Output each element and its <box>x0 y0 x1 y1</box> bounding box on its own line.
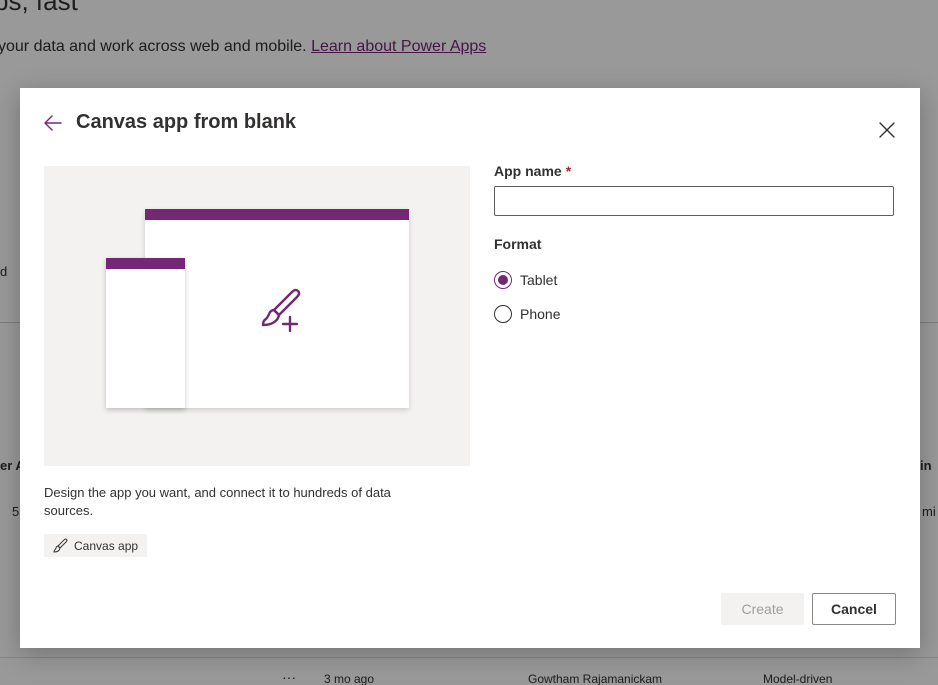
close-icon <box>879 122 895 138</box>
tablet-header-bar <box>145 209 409 220</box>
paintbrush-plus-icon <box>261 288 301 333</box>
phone-header-bar <box>106 258 185 269</box>
app-name-label-text: App name <box>494 163 562 179</box>
back-button[interactable] <box>42 112 64 134</box>
app-preview-illustration <box>44 166 470 466</box>
app-name-label: App name * <box>494 163 571 179</box>
create-button[interactable]: Create <box>721 593 804 625</box>
canvas-app-dialog: Canvas app from blank Design the app you… <box>20 88 920 648</box>
dialog-title: Canvas app from blank <box>76 111 297 133</box>
phone-radio[interactable] <box>494 305 512 323</box>
paintbrush-icon <box>53 538 68 553</box>
phone-radio-label: Phone <box>520 306 561 322</box>
arrow-left-icon <box>44 115 62 131</box>
format-option-phone[interactable]: Phone <box>494 303 560 325</box>
format-label: Format <box>494 236 542 252</box>
canvas-app-tag-label: Canvas app <box>74 538 139 553</box>
phone-mockup <box>106 258 185 408</box>
cancel-button[interactable]: Cancel <box>812 593 896 625</box>
close-button[interactable] <box>876 119 898 141</box>
tablet-radio-label: Tablet <box>520 272 558 288</box>
app-name-input[interactable] <box>494 186 894 216</box>
required-indicator: * <box>565 163 572 179</box>
dialog-description: Design the app you want, and connect it … <box>44 485 391 518</box>
tablet-radio[interactable] <box>494 271 512 289</box>
format-option-tablet[interactable]: Tablet <box>494 269 557 291</box>
canvas-app-tag: Canvas app <box>44 534 148 557</box>
